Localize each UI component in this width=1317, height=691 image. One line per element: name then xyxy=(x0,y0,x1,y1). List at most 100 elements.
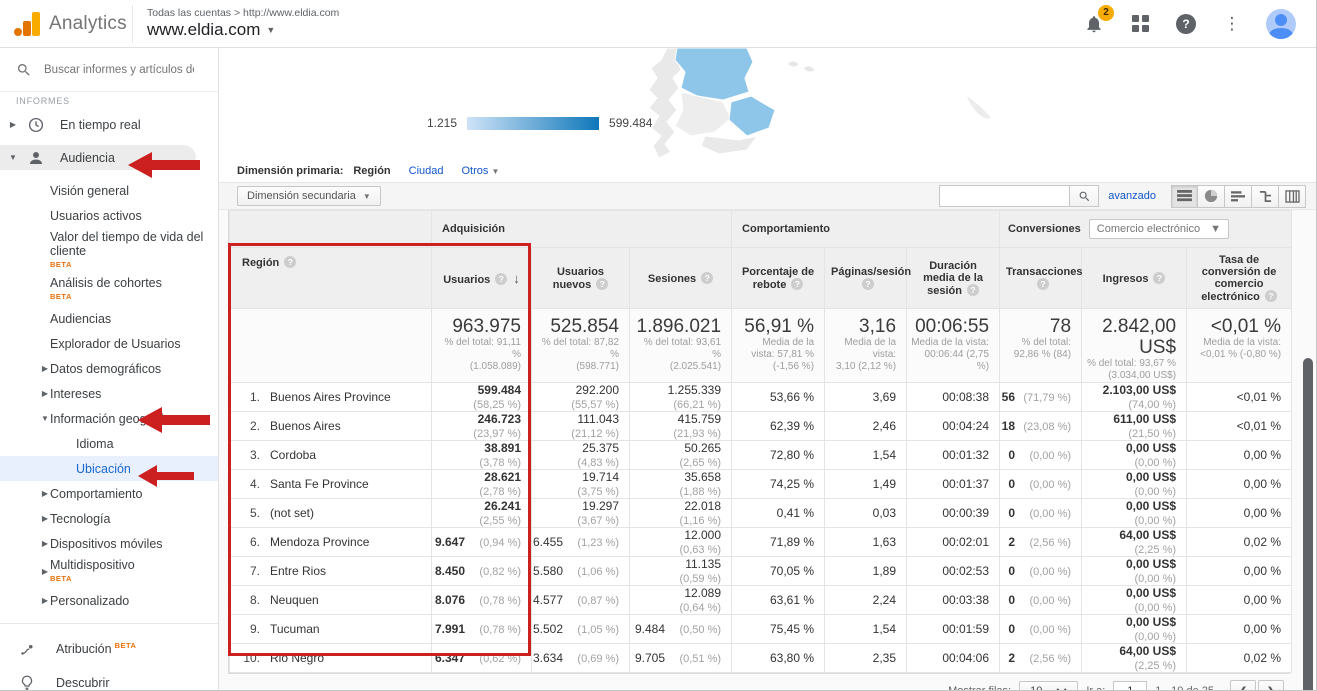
table-row[interactable]: 3.Cordoba38.891(3,78 %)25.375(4,83 %)50.… xyxy=(230,441,1292,470)
region-cell[interactable]: 9.Tucuman xyxy=(230,615,432,644)
goto-page-input[interactable] xyxy=(1113,681,1147,691)
help-button[interactable]: ? xyxy=(1174,12,1198,36)
column-header-region[interactable]: Región? xyxy=(230,248,432,309)
sidebar-item-label: Audiencias xyxy=(50,312,111,326)
region-cell[interactable]: 4.Santa Fe Province xyxy=(230,470,432,499)
sidebar-item-multidispositivo[interactable]: ▶MultidispositivoBETA xyxy=(0,556,218,588)
topbar-actions: 2 ? ⋮ xyxy=(1082,9,1316,39)
sidebar-item-valor-del-tiempo-de-vida-del-cliente[interactable]: Valor del tiempo de vida del clienteBETA xyxy=(0,228,218,274)
region-cell[interactable]: 1.Buenos Aires Province xyxy=(230,383,432,412)
notifications-button[interactable]: 2 xyxy=(1082,12,1106,36)
more-menu-button[interactable]: ⋮ xyxy=(1220,12,1244,36)
sidebar-item-intereses[interactable]: ▶Intereses xyxy=(0,381,218,406)
table-row[interactable]: 10.Rio Negro6.347(0,62 %)3.634(0,69 %)9.… xyxy=(230,644,1292,673)
table-search-button[interactable] xyxy=(1069,185,1099,207)
column-header-duracion[interactable]: Duración media de la sesión? xyxy=(907,248,1000,309)
column-header-ingresos[interactable]: Ingresos? xyxy=(1082,248,1187,309)
comparison-view-button[interactable] xyxy=(1252,185,1279,208)
sidebar-item-en-tiempo-real[interactable]: ▶En tiempo real xyxy=(0,112,218,137)
search-icon xyxy=(16,62,32,78)
table-row[interactable]: 1.Buenos Aires Province599.484(58,25 %)2… xyxy=(230,383,1292,412)
help-icon[interactable]: ? xyxy=(1265,290,1277,302)
search-input[interactable] xyxy=(44,64,194,76)
column-header-rebote[interactable]: Porcentaje de rebote? xyxy=(732,248,825,309)
sidebar-item-tecnologia[interactable]: ▶Tecnología xyxy=(0,506,218,531)
dimension-region-selected[interactable]: Región xyxy=(353,165,390,177)
primary-dimension-label: Dimensión primaria: xyxy=(237,165,343,177)
next-page-button[interactable]: ❯ xyxy=(1258,680,1284,691)
help-icon[interactable]: ? xyxy=(1153,272,1165,284)
help-icon[interactable]: ? xyxy=(967,284,979,296)
label-text: Comportamiento xyxy=(50,487,142,501)
performance-view-button[interactable] xyxy=(1225,185,1252,208)
help-icon[interactable]: ? xyxy=(596,278,608,290)
column-header-tasa[interactable]: Tasa de conversión de comercio electróni… xyxy=(1187,248,1292,309)
help-icon[interactable]: ? xyxy=(495,273,507,285)
sidebar-item-dispositivos-moviles[interactable]: ▶Dispositivos móviles xyxy=(0,531,218,556)
region-cell[interactable]: 3.Cordoba xyxy=(230,441,432,470)
conversion-type-select[interactable]: Comercio electrónico▼ xyxy=(1089,219,1229,239)
sidebar-item-analisis-de-cohortes[interactable]: Análisis de cohortesBETA xyxy=(0,274,218,306)
sidebar-item-personalizado[interactable]: ▶Personalizado xyxy=(0,588,218,613)
sidebar-item-usuarios-activos[interactable]: Usuarios activos xyxy=(0,203,218,228)
property-selector[interactable]: www.eldia.com ▼ xyxy=(147,20,339,40)
region-cell[interactable]: 2.Buenos Aires xyxy=(230,412,432,441)
paginas-cell: 1,54 xyxy=(825,441,907,470)
help-icon[interactable]: ? xyxy=(701,272,713,284)
help-icon[interactable]: ? xyxy=(284,256,296,268)
table-row[interactable]: 6.Mendoza Province9.647(0,94 %)6.455(1,2… xyxy=(230,528,1292,557)
table-view-button[interactable] xyxy=(1171,185,1198,208)
table-search-input[interactable] xyxy=(939,185,1069,207)
metric-value: 25.375 xyxy=(582,441,619,455)
region-cell[interactable]: 5.(not set) xyxy=(230,499,432,528)
row-index: 7. xyxy=(230,564,260,578)
advanced-search-link[interactable]: avanzado xyxy=(1108,190,1156,202)
apps-grid-button[interactable] xyxy=(1128,12,1152,36)
sidebar-item-explorador-de-usuarios[interactable]: Explorador de Usuarios xyxy=(0,331,218,356)
help-icon[interactable]: ? xyxy=(862,278,874,290)
region-cell[interactable]: 7.Entre Rios xyxy=(230,557,432,586)
sidebar-item-atribucion[interactable]: AtribuciónBETA xyxy=(0,632,218,666)
region-cell[interactable]: 6.Mendoza Province xyxy=(230,528,432,557)
sidebar-item-ubicacion[interactable]: Ubicación xyxy=(0,456,218,481)
sidebar-item-idioma[interactable]: Idioma xyxy=(0,431,218,456)
table-row[interactable]: 2.Buenos Aires246.723(23,97 %)111.043(21… xyxy=(230,412,1292,441)
table-row[interactable]: 5.(not set)26.241(2,55 %)19.297(3,67 %)2… xyxy=(230,499,1292,528)
sidebar-item-audiencias[interactable]: Audiencias xyxy=(0,306,218,331)
rows-per-page-select[interactable]: 10 xyxy=(1019,681,1078,691)
sidebar-item-datos-demograficos[interactable]: ▶Datos demográficos xyxy=(0,356,218,381)
table-row[interactable]: 8.Neuquen8.076(0,78 %)4.577(0,87 %)12.08… xyxy=(230,586,1292,615)
region-cell[interactable]: 8.Neuquen xyxy=(230,586,432,615)
dimension-city-link[interactable]: Ciudad xyxy=(409,165,444,177)
pivot-view-button[interactable] xyxy=(1279,185,1306,208)
analytics-logo[interactable]: Analytics xyxy=(0,12,132,36)
sidebar-item-descubrir[interactable]: Descubrir xyxy=(0,666,218,690)
table-row[interactable]: 4.Santa Fe Province28.621(2,78 %)19.714(… xyxy=(230,470,1292,499)
column-header-sesiones[interactable]: Sesiones? xyxy=(630,248,732,309)
ingresos-cell: 0,00 US$(0,00 %) xyxy=(1082,615,1187,644)
help-icon[interactable]: ? xyxy=(1037,278,1049,290)
secondary-dimension-button[interactable]: Dimensión secundaria ▼ xyxy=(237,186,381,206)
column-header-usuarios_nuevos[interactable]: Usuarios nuevos? xyxy=(532,248,630,309)
sidebar-item-vision-general[interactable]: Visión general xyxy=(0,178,218,203)
performance-view-icon xyxy=(1231,190,1245,203)
sidebar-item-audiencia[interactable]: ▼Audiencia xyxy=(0,145,196,170)
column-header-paginas[interactable]: Páginas/sesión? xyxy=(825,248,907,309)
geo-map[interactable] xyxy=(619,48,1179,160)
user-avatar[interactable] xyxy=(1266,9,1296,39)
sidebar-item-comportamiento[interactable]: ▶Comportamiento xyxy=(0,481,218,506)
help-icon[interactable]: ? xyxy=(791,278,803,290)
totals-rebote: 56,91 %Media de lavista: 57,81 %(-1,56 %… xyxy=(732,309,825,383)
sidebar-item-informacion-geografica[interactable]: ▼Información geográfica xyxy=(0,406,218,431)
column-header-transacciones[interactable]: Transacciones? xyxy=(1000,248,1082,309)
sidebar-search[interactable] xyxy=(0,48,218,92)
region-cell[interactable]: 10.Rio Negro xyxy=(230,644,432,673)
table-row[interactable]: 9.Tucuman7.991(0,78 %)5.502(1,05 %)9.484… xyxy=(230,615,1292,644)
caret-right-icon: ▶ xyxy=(40,387,50,401)
dimension-others-link[interactable]: Otros ▼ xyxy=(462,165,500,177)
prev-page-button[interactable]: ❮ xyxy=(1230,680,1256,691)
table-row[interactable]: 7.Entre Rios8.450(0,82 %)5.580(1,06 %)11… xyxy=(230,557,1292,586)
column-header-usuarios[interactable]: Usuarios?↓ xyxy=(432,248,532,309)
percentage-view-button[interactable] xyxy=(1198,185,1225,208)
vertical-scrollbar[interactable] xyxy=(1303,358,1313,691)
